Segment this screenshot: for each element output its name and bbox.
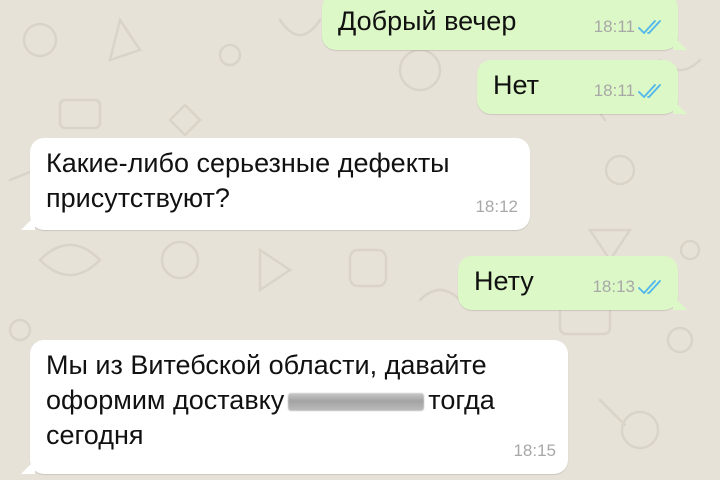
outgoing-message[interactable]: Нет 18:11 [477,60,687,114]
message-text: Нету [474,266,534,296]
message-text: Нет [493,70,539,100]
message-text: Мы из Витебской области, давайте оформим… [46,348,495,453]
message-text: Добрый вечер [338,6,517,36]
double-check-icon [638,19,661,34]
message-time: 18:12 [475,197,518,216]
outgoing-message[interactable]: Добрый вечер 18:11 [322,0,687,50]
double-check-icon [638,83,661,98]
message-line: оформим доставку тогда [46,383,495,418]
incoming-message[interactable]: Какие-либо серьезные дефекты присутствую… [21,138,530,230]
message-text: Какие-либо серьезные дефекты присутствую… [46,148,450,213]
message-meta: 18:11 [594,9,666,44]
message-line: сегодня [46,420,144,450]
message-text-part: тогда [428,385,495,415]
message-meta: 18:11 [594,73,666,108]
message-meta: 18:13 [592,269,666,304]
outgoing-message[interactable]: Нету 18:13 [458,256,687,310]
message-text-part: оформим доставку [46,385,285,415]
message-line: Мы из Витебской области, давайте [46,350,487,380]
incoming-message[interactable]: Мы из Витебской области, давайте оформим… [21,340,568,474]
redacted-text [288,392,425,411]
message-meta: 18:15 [513,433,556,468]
message-time: 18:13 [592,277,635,296]
message-meta: 18:12 [475,189,518,224]
message-time: 18:11 [593,81,635,100]
message-time: 18:15 [513,441,556,460]
double-check-icon [638,279,661,294]
message-time: 18:11 [593,17,635,36]
